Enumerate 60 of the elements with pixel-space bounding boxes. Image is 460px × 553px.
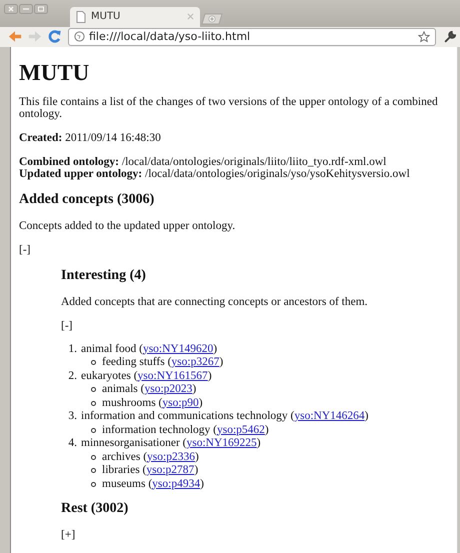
concept-item: animals (yso:p2023) [102,383,196,396]
intro-text: This file contains a list of the changes of two versions of the upper ontology of a combined ontology. [19,96,439,120]
concept-item: animal food (yso:NY149620) [81,342,218,356]
reload-icon[interactable] [48,30,62,44]
address-field[interactable]: file:///local/data/yso-liito.html [68,28,436,46]
tab-title: MUTU [91,11,122,22]
concept-item: information technology (yso:p5462) [102,424,269,437]
concept-link[interactable]: yso:NY161567 [138,370,208,382]
bullet-icon [91,482,96,487]
wrench-icon[interactable] [444,30,456,43]
concept-item: museums (yso:p4934) [102,478,204,491]
concept-item: information and communications technology (yso:NY146264) [81,410,368,424]
concept-item: minnesorganisationer (yso:NY169225) [81,437,261,450]
item-number: 1. [67,342,77,356]
section-description: Concepts added to the updated upper ontology. [19,220,236,232]
concept-link[interactable]: yso:p4934 [152,478,200,490]
item-number: 2. [67,370,77,383]
concept-item: libraries (yso:p2787) [102,464,198,478]
created-date: Created: 2011/09/14 16:48:30 [19,132,161,144]
back-icon[interactable] [8,30,22,44]
new-tab-icon[interactable] [201,12,223,25]
concept-link[interactable]: yso:NY146264 [294,410,365,422]
concept-link[interactable]: yso:p2023 [144,383,192,395]
updated-ontology-path: Updated upper ontology: /local/data/ontologies/originals/yso/ysoKehitysversio.owl [19,168,411,180]
concept-link[interactable]: yso:NY169225 [186,437,257,449]
bullet-icon [91,387,96,392]
concept-link[interactable]: yso:p2787 [146,464,194,476]
item-number: 3. [67,410,77,424]
maximize-icon[interactable] [34,4,48,14]
toggle-link[interactable]: [-] [61,320,72,332]
toggle-link[interactable]: [-] [19,244,30,256]
concept-item: mushrooms (yso:p90) [102,396,203,410]
minimize-icon[interactable] [19,4,33,14]
concept-item: archives (yso:p2336) [102,450,199,464]
concept-item: feeding stuffs (yso:p3267) [102,356,224,370]
bullet-icon [91,360,96,366]
globe-icon [74,31,85,42]
concept-link[interactable]: yso:p5462 [216,424,265,436]
item-number: 4. [67,437,77,450]
concept-link[interactable]: yso:NY149620 [142,342,214,354]
concept-link[interactable]: yso:p3267 [171,356,220,368]
bullet-icon [91,454,96,460]
page-title: MUTU [19,60,90,86]
concept-link[interactable]: yso:p2336 [147,450,195,462]
subsection-description: Added concepts that are connecting concepts or ancestors of them. [61,296,369,308]
close-icon[interactable] [187,13,194,20]
star-icon[interactable] [418,30,430,43]
section-heading: Added concepts (3006) [19,192,156,208]
concept-item: eukaryotes (yso:NY161567) [81,370,212,383]
combined-ontology-path: Combined ontology: /local/data/ontologies/originals/liito/liito_tyo.rdf-xml.owl [19,156,388,168]
bullet-icon [91,400,96,406]
bullet-icon [91,428,96,433]
concept-link[interactable]: yso:p90 [162,396,199,408]
browser-tab[interactable]: MUTU [70,6,200,27]
subsection-heading: Rest (3002) [61,501,130,517]
close-icon[interactable] [4,4,18,14]
page-icon [76,10,86,23]
toggle-link[interactable]: [+] [61,529,76,541]
bullet-icon [91,468,96,474]
subsection-heading: Interesting (4) [61,268,147,284]
